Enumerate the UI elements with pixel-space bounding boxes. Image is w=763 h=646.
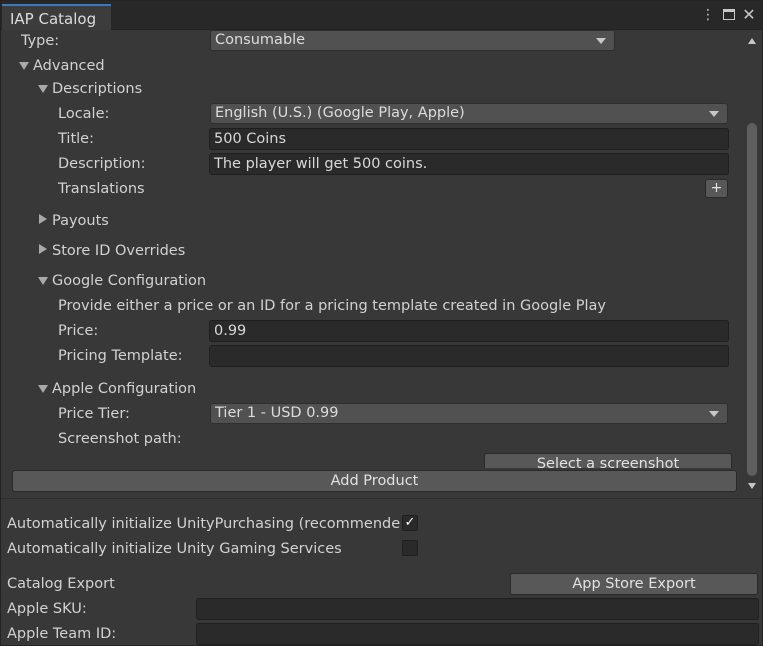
chevron-down-icon — [596, 38, 606, 44]
auto-init-ugs-label: Automatically initialize Unity Gaming Se… — [7, 541, 342, 557]
pricing-template-field[interactable] — [209, 345, 729, 367]
locale-dropdown[interactable]: English (U.S.) (Google Play, Apple) — [210, 103, 728, 124]
translations-label: Translations — [58, 181, 145, 197]
chevron-down-icon — [709, 411, 719, 417]
google-pricing-hint: Provide either a price or an ID for a pr… — [58, 298, 606, 314]
apple-team-id-field[interactable] — [196, 623, 759, 645]
auto-init-ugs-checkbox[interactable] — [402, 540, 418, 556]
advanced-foldout-icon[interactable] — [19, 62, 29, 70]
type-dropdown[interactable]: Consumable — [210, 30, 615, 51]
auto-init-purchasing-label: Automatically initialize UnityPurchasing… — [7, 516, 401, 532]
apple-team-id-label: Apple Team ID: — [7, 626, 117, 642]
tab-iap-catalog[interactable]: IAP Catalog — [2, 4, 111, 30]
select-screenshot-clip: Select a screenshot — [484, 453, 732, 468]
title-label: Title: — [58, 131, 94, 147]
description-label: Description: — [58, 156, 146, 172]
price-tier-label: Price Tier: — [58, 406, 130, 422]
advanced-foldout-label[interactable]: Advanced — [33, 56, 105, 76]
price-tier-dropdown[interactable]: Tier 1 - USD 0.99 — [210, 403, 728, 424]
iap-catalog-window: IAP Catalog ⋮ ✕ Type: Consumable Advance… — [0, 0, 763, 646]
descriptions-foldout-label[interactable]: Descriptions — [52, 79, 142, 99]
description-field[interactable]: The player will get 500 coins. — [209, 153, 729, 175]
kebab-menu-icon[interactable]: ⋮ — [699, 6, 717, 24]
scrollbar-thumb[interactable] — [747, 123, 757, 476]
locale-label: Locale: — [58, 106, 110, 122]
tab-bar: IAP Catalog ⋮ ✕ — [1, 1, 762, 30]
apple-configuration-foldout-icon[interactable] — [38, 385, 48, 393]
screenshot-path-label: Screenshot path: — [58, 431, 182, 447]
add-product-button[interactable]: Add Product — [12, 470, 737, 492]
apple-sku-field[interactable] — [196, 598, 759, 620]
google-configuration-foldout-label[interactable]: Google Configuration — [52, 271, 206, 291]
locale-value: English (U.S.) (Google Play, Apple) — [215, 105, 465, 121]
checkmark-icon: ✓ — [404, 515, 416, 530]
title-field[interactable]: 500 Coins — [209, 128, 729, 150]
payouts-foldout-label[interactable]: Payouts — [52, 211, 109, 231]
chevron-down-icon — [709, 111, 719, 117]
type-value: Consumable — [215, 32, 306, 48]
google-configuration-foldout-icon[interactable] — [38, 277, 48, 285]
scroll-up-icon[interactable] — [745, 35, 759, 49]
type-label: Type: — [21, 33, 60, 49]
add-translation-button[interactable]: + — [705, 179, 728, 198]
descriptions-foldout-icon[interactable] — [38, 85, 48, 93]
payouts-foldout-icon[interactable] — [39, 214, 47, 224]
close-icon[interactable]: ✕ — [740, 6, 758, 24]
auto-init-purchasing-checkbox[interactable]: ✓ — [402, 515, 418, 531]
apple-configuration-foldout-label[interactable]: Apple Configuration — [52, 379, 196, 399]
app-store-export-button[interactable]: App Store Export — [510, 573, 758, 595]
apple-sku-label: Apple SKU: — [7, 601, 87, 617]
price-tier-value: Tier 1 - USD 0.99 — [215, 405, 339, 421]
store-id-overrides-foldout-icon[interactable] — [39, 244, 47, 254]
auto-init-purchasing-clip: Automatically initialize UnityPurchasing… — [7, 514, 401, 534]
select-screenshot-button[interactable]: Select a screenshot — [484, 453, 732, 468]
section-divider — [1, 498, 762, 499]
store-id-overrides-foldout-label[interactable]: Store ID Overrides — [52, 241, 185, 261]
pricing-template-label: Pricing Template: — [58, 348, 183, 364]
catalog-export-label: Catalog Export — [7, 576, 115, 592]
scroll-down-icon[interactable] — [745, 480, 759, 494]
price-field[interactable]: 0.99 — [209, 320, 729, 342]
price-label: Price: — [58, 323, 99, 339]
maximize-icon[interactable] — [720, 6, 738, 24]
